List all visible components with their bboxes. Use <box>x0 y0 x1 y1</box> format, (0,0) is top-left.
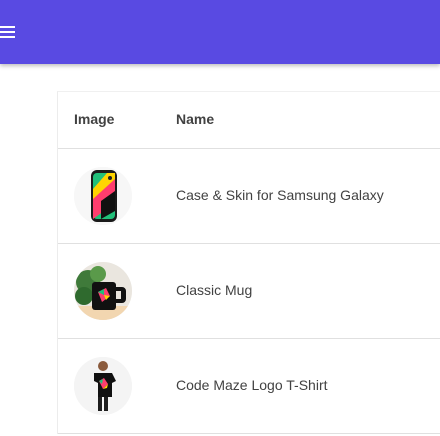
products-table: Image Name Case & Skin for Samsung Galax… <box>57 91 440 434</box>
table-row[interactable]: Code Maze Logo T-Shirt <box>58 339 440 434</box>
tshirt-image <box>74 357 132 415</box>
menu-button[interactable] <box>0 20 18 44</box>
product-thumbnail <box>74 357 132 415</box>
phone-case-image <box>74 167 132 225</box>
app-bar <box>0 0 440 64</box>
hamburger-menu-icon <box>0 26 15 38</box>
column-header-name: Name <box>176 111 215 127</box>
mug-image <box>74 262 132 320</box>
product-name: Classic Mug <box>176 282 253 298</box>
product-thumbnail <box>74 262 132 320</box>
table-row[interactable]: Case & Skin for Samsung Galaxy <box>58 149 440 244</box>
table-header-row: Image Name <box>58 92 440 149</box>
product-name: Code Maze Logo T-Shirt <box>176 377 328 393</box>
column-header-image: Image <box>74 111 115 127</box>
main-content: Image Name Case & Skin for Samsung Galax… <box>0 64 440 436</box>
product-name: Case & Skin for Samsung Galaxy <box>176 187 384 203</box>
product-thumbnail <box>74 167 132 225</box>
table-row[interactable]: Classic Mug <box>58 244 440 339</box>
